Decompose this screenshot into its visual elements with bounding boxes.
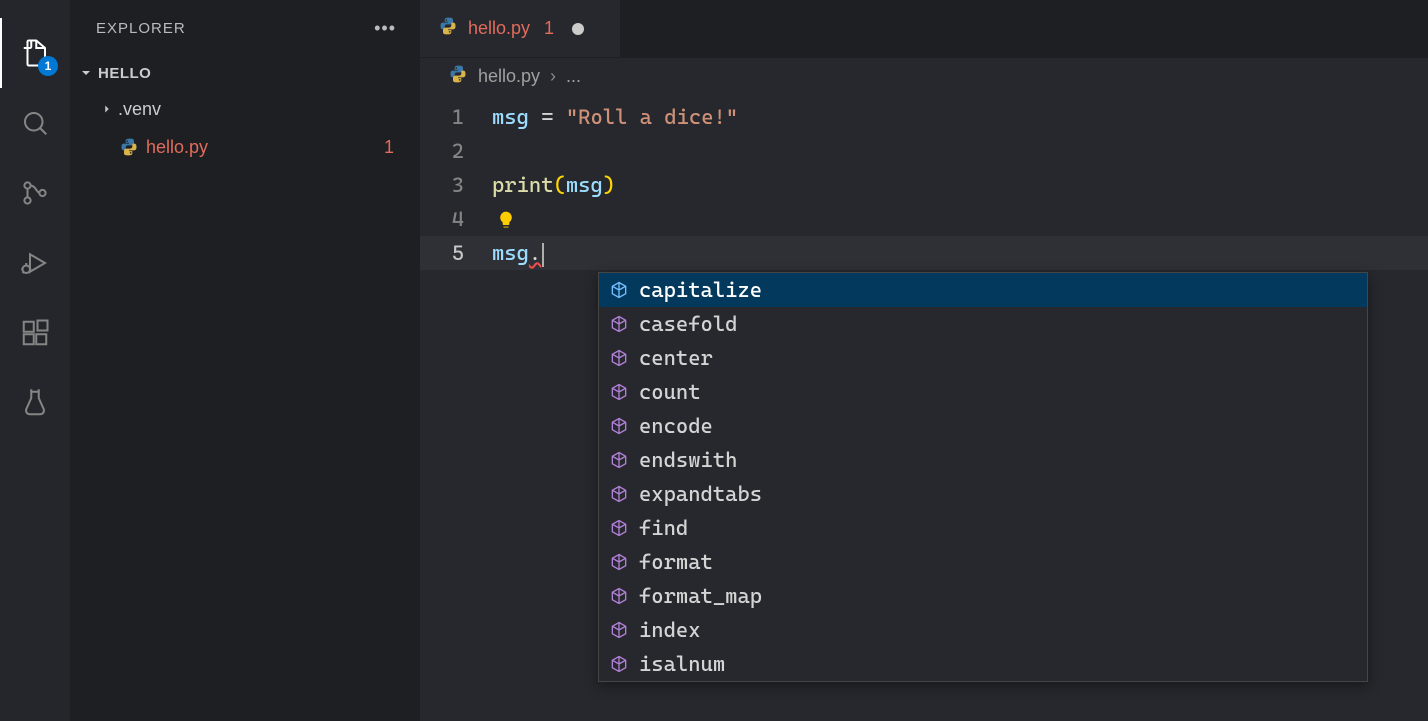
text-cursor [542, 243, 544, 267]
method-icon [609, 450, 629, 470]
suggest-item-label: find [639, 511, 688, 545]
suggest-item[interactable]: find [599, 511, 1367, 545]
suggest-item[interactable]: center [599, 341, 1367, 375]
suggest-item-label: expandtabs [639, 477, 762, 511]
suggest-item[interactable]: capitalize [599, 273, 1367, 307]
method-icon [609, 382, 629, 402]
suggest-item[interactable]: count [599, 375, 1367, 409]
file-tree: .venv hello.py 1 [70, 90, 420, 166]
code-line[interactable]: 3print(msg) [420, 168, 1428, 202]
tab-filename: hello.py [468, 18, 530, 39]
suggest-item[interactable]: format [599, 545, 1367, 579]
suggest-item-label: capitalize [639, 273, 762, 307]
method-icon [609, 314, 629, 334]
suggest-item-label: endswith [639, 443, 737, 477]
folder-header[interactable]: HELLO [70, 56, 420, 90]
code-content: msg. [492, 236, 544, 270]
intellisense-suggest-widget[interactable]: capitalizecasefoldcentercountencodeendsw… [598, 272, 1368, 682]
code-line[interactable]: 5msg. [420, 236, 1428, 270]
suggest-item-label: format_map [639, 579, 762, 613]
activity-search[interactable] [0, 88, 70, 158]
editor-tab[interactable]: hello.py 1 [420, 0, 620, 57]
code-line[interactable]: 2 [420, 134, 1428, 168]
suggest-item[interactable]: casefold [599, 307, 1367, 341]
file-problems-count: 1 [384, 137, 394, 158]
tree-item-label: .venv [118, 99, 161, 120]
suggest-item[interactable]: expandtabs [599, 477, 1367, 511]
suggest-item-label: index [639, 613, 701, 647]
suggest-item-label: format [639, 545, 713, 579]
activity-explorer[interactable]: 1 [0, 18, 70, 88]
line-number: 4 [420, 202, 492, 236]
suggest-item-label: encode [639, 409, 713, 443]
tab-problems-badge: 1 [544, 18, 554, 39]
activity-source-control[interactable] [0, 158, 70, 228]
code-line[interactable]: 1msg = "Roll a dice!" [420, 100, 1428, 134]
activity-bar: 1 [0, 0, 70, 721]
breadcrumb-rest: ... [566, 66, 581, 87]
breadcrumbs[interactable]: hello.py › ... [420, 58, 1428, 94]
line-number: 2 [420, 134, 492, 168]
code-content: print(msg) [492, 168, 615, 202]
activity-run-debug[interactable] [0, 228, 70, 298]
line-number: 5 [420, 236, 492, 270]
lightbulb-icon[interactable] [496, 206, 516, 240]
dirty-indicator-icon [572, 23, 584, 35]
suggest-item[interactable]: format_map [599, 579, 1367, 613]
method-icon [609, 518, 629, 538]
method-icon [609, 620, 629, 640]
code-line[interactable]: 4 [420, 202, 1428, 236]
sidebar-more-icon[interactable]: ••• [374, 18, 396, 39]
tree-item-file[interactable]: hello.py 1 [70, 128, 420, 166]
method-icon [609, 348, 629, 368]
editor-tabs: hello.py 1 [420, 0, 1428, 58]
activity-testing[interactable] [0, 368, 70, 438]
suggest-item[interactable]: endswith [599, 443, 1367, 477]
sidebar-header: EXPLORER ••• [70, 0, 420, 56]
suggest-item[interactable]: isalnum [599, 647, 1367, 681]
sidebar: EXPLORER ••• HELLO .venv hello.py 1 [70, 0, 420, 721]
suggest-item-label: isalnum [639, 647, 725, 681]
activity-extensions[interactable] [0, 298, 70, 368]
tree-item-label: hello.py [146, 137, 208, 158]
breadcrumb-file: hello.py [478, 66, 540, 87]
method-icon [609, 552, 629, 572]
folder-name: HELLO [98, 65, 151, 82]
suggest-item[interactable]: index [599, 613, 1367, 647]
code-editor[interactable]: 1msg = "Roll a dice!"23print(msg)45msg. … [420, 94, 1428, 721]
editor-area: hello.py 1 hello.py › ... 1msg = "Roll a… [420, 0, 1428, 721]
method-icon [609, 484, 629, 504]
method-icon [609, 416, 629, 436]
python-file-icon [118, 137, 140, 157]
line-number: 3 [420, 168, 492, 202]
python-file-icon [448, 64, 468, 89]
breadcrumb-separator-icon: › [550, 66, 556, 87]
code-content: msg = "Roll a dice!" [492, 100, 738, 134]
method-icon [609, 654, 629, 674]
explorer-badge: 1 [38, 56, 58, 76]
suggest-item-label: casefold [639, 307, 737, 341]
tree-item-folder[interactable]: .venv [70, 90, 420, 128]
python-file-icon [438, 16, 458, 41]
sidebar-title: EXPLORER [96, 20, 186, 37]
suggest-item-label: count [639, 375, 701, 409]
chevron-right-icon [98, 102, 116, 116]
line-number: 1 [420, 100, 492, 134]
suggest-item[interactable]: encode [599, 409, 1367, 443]
method-icon [609, 586, 629, 606]
suggest-item-label: center [639, 341, 713, 375]
method-icon [609, 280, 629, 300]
